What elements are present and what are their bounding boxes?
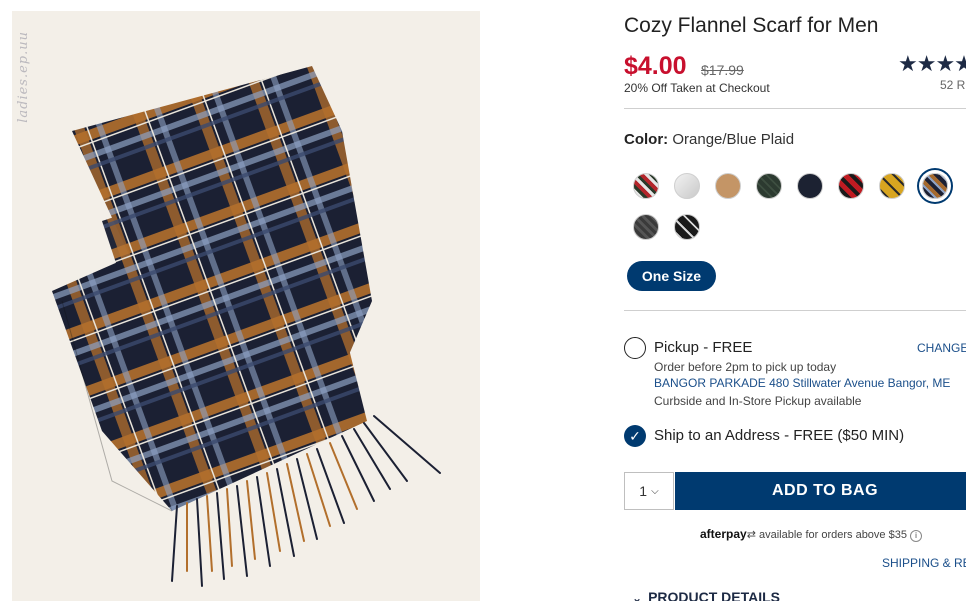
swatch-black-white-plaid[interactable] — [674, 214, 700, 240]
pickup-availability: Curbside and In-Store Pickup available — [654, 394, 862, 408]
product-details-label: PRODUCT DETAILS — [648, 589, 781, 601]
chevron-down-icon: ⌵ — [651, 485, 659, 497]
size-one-size-button[interactable]: One Size — [627, 261, 716, 291]
color-label: Color: Orange/Blue Plaid — [624, 131, 794, 148]
pickup-label[interactable]: Pickup - FREE — [654, 339, 752, 356]
store-address-link[interactable]: BANGOR PARKADE 480 Stillwater Avenue Ban… — [654, 376, 950, 390]
watermark: ladies.ep.uu — [16, 31, 31, 123]
pickup-note: Order before 2pm to pick up today — [654, 360, 837, 374]
original-price: $17.99 — [701, 62, 744, 78]
pickup-radio[interactable] — [624, 337, 646, 359]
product-details-toggle[interactable]: ⌄ PRODUCT DETAILS — [632, 589, 780, 601]
color-label-key: Color: — [624, 131, 669, 148]
swatch-charcoal[interactable] — [633, 214, 659, 240]
product-image[interactable]: ladies.ep.uu — [12, 11, 480, 601]
swatch-red-plaid[interactable] — [633, 173, 659, 199]
afterpay-icon: ⇄ — [746, 529, 756, 541]
afterpay-logo: afterpay — [700, 527, 747, 541]
product-details-panel: Cozy Flannel Scarf for Men $4.00 $17.99 … — [624, 0, 966, 601]
review-count-link[interactable]: 52 R — [940, 78, 965, 92]
afterpay-note: afterpay⇄ available for orders above $35… — [700, 527, 923, 542]
quantity-value: 1 — [639, 483, 648, 499]
product-title: Cozy Flannel Scarf for Men — [624, 14, 879, 37]
divider — [624, 310, 966, 311]
swatch-camel[interactable] — [715, 173, 741, 199]
quantity-select[interactable]: 1 ⌵ — [624, 472, 674, 510]
shipping-returns-link[interactable]: SHIPPING & RE — [882, 556, 966, 570]
swatch-orange-blue-plaid[interactable] — [922, 173, 948, 199]
swatch-navy[interactable] — [797, 173, 823, 199]
ship-checkmark-icon[interactable]: ✓ — [624, 425, 646, 447]
change-store-link[interactable]: CHANGE — [917, 341, 966, 355]
sale-price: $4.00 — [624, 52, 687, 80]
ship-label[interactable]: Ship to an Address - FREE ($50 MIN) — [654, 427, 904, 444]
swatch-red-black-buffalo[interactable] — [838, 173, 864, 199]
add-to-bag-button[interactable]: ADD TO BAG — [675, 472, 966, 510]
swatch-yellow-plaid[interactable] — [879, 173, 905, 199]
chevron-down-icon: ⌄ — [632, 591, 643, 601]
info-icon[interactable]: i — [910, 530, 923, 542]
scarf-illustration — [52, 66, 441, 587]
color-value: Orange/Blue Plaid — [672, 131, 795, 148]
swatch-light-gray[interactable] — [674, 173, 700, 199]
afterpay-text: available for orders above $35 — [758, 529, 907, 541]
divider — [624, 108, 966, 109]
promo-text: 20% Off Taken at Checkout — [624, 81, 770, 95]
swatch-dark-green[interactable] — [756, 173, 782, 199]
rating-stars-icon[interactable]: ★★★★ — [898, 51, 966, 77]
